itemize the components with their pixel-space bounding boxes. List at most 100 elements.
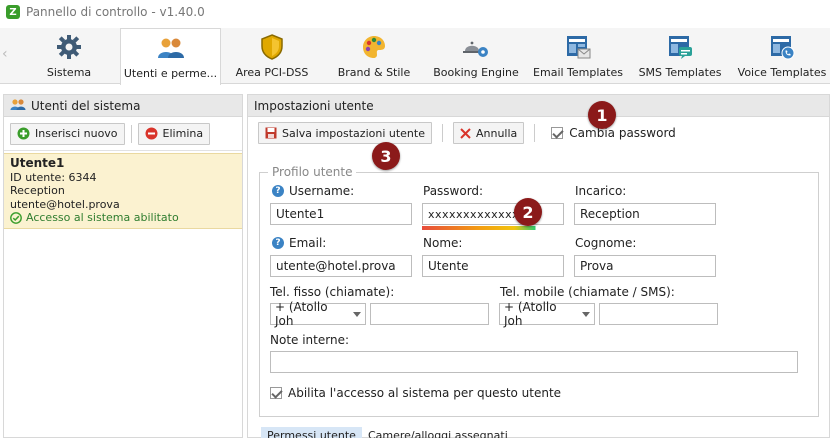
ribbon-toolbar: ‹ Sistema Utenti e perme... Area PCI-DSS… — [0, 28, 830, 85]
change-password-label: Cambia password — [569, 126, 676, 140]
tab-permessi-utente[interactable]: Permessi utente — [261, 427, 362, 438]
user-role: Reception — [10, 184, 65, 197]
role-input[interactable]: Reception — [574, 203, 716, 225]
tab-label: Voice Templates — [737, 66, 827, 79]
list-item[interactable]: Utente1 ID utente: 6344 Reception utente… — [4, 153, 242, 229]
tab-label: SMS Templates — [638, 66, 722, 79]
users-icon — [10, 98, 26, 114]
email-label: Email: — [289, 236, 327, 250]
sms-template-icon — [666, 33, 694, 61]
tab-sistema[interactable]: Sistema — [36, 28, 102, 84]
app-logo-icon: Z — [6, 5, 20, 19]
mobile-prefix-select[interactable]: + (Atollo Joh — [499, 300, 595, 328]
landline-prefix-select[interactable]: + (Atollo Joh — [270, 300, 366, 328]
palette-icon — [360, 33, 388, 61]
user-name: Utente1 — [10, 156, 65, 170]
landline-input[interactable] — [370, 303, 489, 325]
user-id: ID utente: 6344 — [10, 170, 97, 184]
change-password-checkbox[interactable]: Cambia password — [551, 126, 676, 140]
check-circle-icon — [10, 211, 22, 224]
delete-user-button[interactable]: Elimina — [137, 122, 211, 145]
cancel-button[interactable]: Annulla — [452, 122, 525, 144]
landline-prefix-value: + (Atollo Joh — [275, 300, 328, 328]
username-input[interactable]: Utente1 — [270, 203, 412, 225]
cancel-label: Annulla — [475, 126, 518, 140]
tab-brand-stile[interactable]: Brand & Stile — [332, 28, 416, 84]
save-settings-button[interactable]: Salva impostazioni utente — [258, 122, 432, 144]
email-field[interactable]: utente@hotel.prova — [270, 255, 412, 277]
tab-email-templates[interactable]: Email Templates — [533, 28, 623, 84]
tab-label: Sistema — [46, 66, 92, 79]
enable-access-label: Abilita l'accesso al sistema per questo … — [288, 386, 562, 400]
username-label-wrap: ? Username: — [272, 184, 354, 198]
mobile-prefix-value: + (Atollo Joh — [504, 300, 557, 328]
tab-label: Email Templates — [533, 66, 623, 79]
users-panel-title: Utenti del sistema — [31, 98, 141, 113]
email-template-icon — [564, 33, 592, 61]
tab-label: Brand & Stile — [337, 66, 411, 79]
checkbox-check-icon — [551, 127, 564, 139]
minus-circle-icon — [145, 127, 158, 140]
settings-panel-title: Impostazioni utente — [254, 98, 374, 113]
landline-label: Tel. fisso (chiamate): — [270, 285, 395, 299]
users-panel-header: Utenti del sistema — [4, 95, 242, 117]
mobile-input[interactable] — [599, 303, 718, 325]
name-label: Nome: — [423, 236, 463, 250]
tab-camere-alloggi[interactable]: Camere/alloggi assegnati — [362, 427, 514, 438]
plus-circle-icon — [17, 127, 30, 140]
help-icon[interactable]: ? — [272, 185, 284, 197]
tab-utenti-permessi[interactable]: Utenti e perme... — [120, 28, 221, 85]
delete-user-label: Elimina — [162, 127, 204, 140]
mobile-label: Tel. mobile (chiamate / SMS): — [500, 285, 675, 299]
help-icon[interactable]: ? — [272, 237, 284, 249]
tab-label: Utenti e perme... — [123, 67, 218, 80]
profile-legend: Profilo utente — [272, 165, 353, 179]
tab-label: Booking Engine — [433, 66, 519, 79]
toolbar-divider — [130, 124, 132, 143]
gear-icon — [55, 33, 83, 61]
surname-input[interactable]: Prova — [574, 255, 716, 277]
bottom-tabs: Permessi utente Camere/alloggi assegnati — [261, 427, 514, 438]
tab-label: Area PCI-DSS — [235, 66, 309, 79]
user-access-label: Accesso al sistema abilitato — [26, 211, 179, 224]
username-label: Username: — [289, 184, 355, 198]
close-icon — [460, 127, 471, 139]
notes-label: Note interne: — [270, 333, 350, 347]
window-title: Pannello di controllo - v1.40.0 — [26, 5, 205, 19]
name-input[interactable]: Utente — [422, 255, 564, 277]
chevron-down-icon — [353, 311, 361, 317]
title-bar: Z Pannello di controllo - v1.40.0 — [0, 0, 830, 24]
surname-label: Cognome: — [575, 236, 637, 250]
notes-input[interactable] — [270, 351, 798, 373]
password-input[interactable]: xxxxxxxxxxxxxx — [422, 203, 564, 225]
checkbox-check-icon — [270, 387, 282, 399]
users-toolbar: Inserisci nuovo Elimina — [4, 117, 242, 151]
annotation-badge-3: 3 — [372, 142, 400, 170]
annotation-badge-1: 1 — [588, 101, 616, 129]
user-email: utente@hotel.prova — [10, 197, 120, 211]
chevron-down-icon — [582, 311, 590, 317]
toolbar-divider — [534, 124, 536, 142]
save-settings-label: Salva impostazioni utente — [282, 126, 425, 140]
tab-voice-templates[interactable]: Voice Templates — [738, 28, 826, 84]
insert-user-button[interactable]: Inserisci nuovo — [10, 122, 125, 145]
users-icon — [157, 34, 185, 62]
settings-toolbar: Salva impostazioni utente Annulla Cambia… — [248, 117, 829, 149]
tab-booking-engine[interactable]: Booking Engine — [433, 28, 519, 84]
booking-bell-icon — [462, 33, 490, 61]
tab-area-pci-dss[interactable]: Area PCI-DSS — [233, 28, 311, 84]
email-label-wrap: ? Email: — [272, 236, 326, 250]
insert-user-label: Inserisci nuovo — [35, 127, 118, 140]
user-settings-panel: Impostazioni utente Salva impostazioni u… — [247, 94, 830, 438]
toolbar-divider — [441, 124, 443, 142]
voice-template-icon — [768, 33, 796, 61]
tab-sms-templates[interactable]: SMS Templates — [638, 28, 722, 84]
ribbon-scroll-left-icon[interactable]: ‹ — [2, 46, 12, 66]
settings-panel-header: Impostazioni utente — [248, 95, 829, 117]
user-access-status: Accesso al sistema abilitato — [10, 211, 236, 225]
enable-access-checkbox[interactable]: Abilita l'accesso al sistema per questo … — [270, 386, 561, 400]
role-label: Incarico: — [575, 184, 627, 198]
save-disk-icon — [265, 127, 277, 139]
shield-icon — [258, 33, 286, 61]
password-label: Password: — [423, 184, 484, 198]
